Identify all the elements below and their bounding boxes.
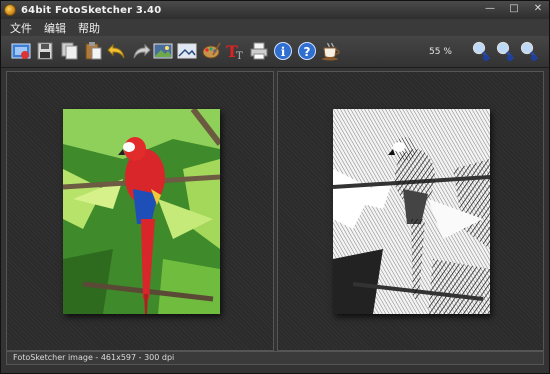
minimize-button[interactable]: — bbox=[483, 2, 497, 16]
menu-bar: 文件 编辑 帮助 bbox=[1, 19, 549, 36]
title-bar: 64bit FotoSketcher 3.40 — □ ✕ bbox=[1, 1, 549, 19]
maximize-button[interactable]: □ bbox=[507, 2, 521, 16]
zoom-in-icon[interactable] bbox=[471, 40, 491, 62]
zoom-level: 55 % bbox=[429, 47, 452, 57]
open-image-icon[interactable] bbox=[11, 40, 31, 62]
window-title: 64bit FotoSketcher 3.40 bbox=[21, 4, 162, 16]
close-button[interactable]: ✕ bbox=[531, 2, 545, 16]
svg-text:i: i bbox=[281, 45, 286, 59]
window-controls: — □ ✕ bbox=[483, 2, 545, 16]
menu-file[interactable]: 文件 bbox=[9, 20, 33, 36]
zoom-fit-icon[interactable] bbox=[519, 40, 539, 62]
zoom-out-icon[interactable] bbox=[495, 40, 515, 62]
drawing-icon[interactable] bbox=[177, 40, 197, 62]
original-image-panel[interactable] bbox=[6, 71, 274, 351]
toolbar: TT i ? 55 % bbox=[1, 36, 549, 68]
add-text-icon[interactable]: TT bbox=[225, 40, 245, 62]
info-icon[interactable]: i bbox=[273, 40, 293, 62]
sketch-photo bbox=[333, 109, 490, 314]
menu-edit[interactable]: 编辑 bbox=[43, 20, 67, 36]
palette-icon[interactable] bbox=[201, 40, 221, 62]
undo-icon[interactable] bbox=[107, 40, 127, 62]
copy-icon[interactable] bbox=[59, 40, 79, 62]
print-icon[interactable] bbox=[249, 40, 269, 62]
image-panels bbox=[6, 71, 544, 351]
status-bar: FotoSketcher image - 461x597 - 300 dpi bbox=[6, 351, 544, 365]
app-icon bbox=[4, 4, 16, 16]
original-image-icon[interactable] bbox=[153, 40, 173, 62]
status-text: FotoSketcher image - 461x597 - 300 dpi bbox=[13, 353, 175, 362]
app-window: 64bit FotoSketcher 3.40 — □ ✕ 文件 编辑 帮助 T… bbox=[0, 0, 550, 374]
original-photo bbox=[63, 109, 220, 314]
paste-icon[interactable] bbox=[83, 40, 103, 62]
help-icon[interactable]: ? bbox=[297, 40, 317, 62]
sketch-image-panel[interactable] bbox=[277, 71, 544, 351]
svg-text:T: T bbox=[236, 51, 243, 61]
menu-help[interactable]: 帮助 bbox=[77, 20, 101, 36]
svg-text:?: ? bbox=[304, 45, 311, 59]
save-icon[interactable] bbox=[35, 40, 55, 62]
redo-icon[interactable] bbox=[131, 40, 151, 62]
coffee-icon[interactable] bbox=[321, 40, 341, 62]
